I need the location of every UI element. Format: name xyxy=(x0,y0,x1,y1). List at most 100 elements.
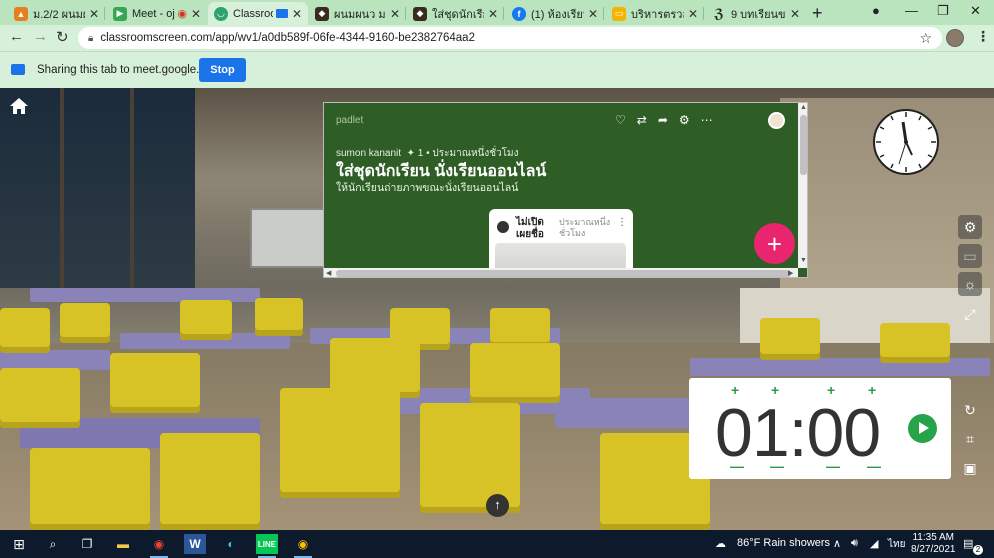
facebook-icon: f xyxy=(512,6,526,21)
network-icon[interactable]: ◢ xyxy=(870,537,878,550)
forward-icon[interactable]: → xyxy=(33,28,48,45)
chrome-profile-icon[interactable]: ◉ xyxy=(292,534,314,558)
sharing-message: Sharing this tab to meet.google.com xyxy=(37,64,222,76)
tab-title: บริหารตรวสา - xyxy=(631,8,684,21)
task-view-icon[interactable]: ❐ xyxy=(76,534,98,554)
menu-icon[interactable]: ⋮ xyxy=(976,28,990,45)
tab-2[interactable]: ▶ Meet - oj ◉ ✕ xyxy=(107,2,207,25)
close-icon[interactable]: ✕ xyxy=(688,7,698,21)
tab-title: 9 บทเรียนของตั xyxy=(731,8,786,21)
post-author: ไม่เปิดเผยชื่อ xyxy=(516,217,544,240)
show-hidden-icons[interactable]: ∧ xyxy=(833,537,841,550)
scroll-up-icon[interactable]: ↑ xyxy=(486,494,509,517)
like-count: ✦ 1 xyxy=(406,148,424,159)
padlet-avatar[interactable] xyxy=(768,112,785,129)
classroomscreen-icon: ◡ xyxy=(214,6,228,21)
paint-roller-icon[interactable]: ▣ xyxy=(958,456,982,480)
anonymous-avatar xyxy=(497,221,509,233)
taskbar-clock[interactable]: 11:35 AM 8/27/2021 xyxy=(911,532,956,556)
tab-title: ใส่ชุดนักเรียน นั xyxy=(432,8,484,21)
padlet-brand: padlet xyxy=(336,115,364,126)
close-icon[interactable]: ✕ xyxy=(292,7,302,21)
decrement-hours-tens[interactable]: — xyxy=(730,458,744,474)
close-icon[interactable]: ✕ xyxy=(191,7,201,21)
tab-title: Meet - oj xyxy=(132,7,175,20)
browser-tab-strip: ▲ ม.2/2 ผนมผนว ✕ ▶ Meet - oj ◉ ✕ ◡ Class… xyxy=(0,0,994,25)
url-input[interactable]: 🔒︎ classroomscreen.com/app/wv1/a0db589f-… xyxy=(78,27,942,49)
decrement-hours-ones[interactable]: — xyxy=(770,458,784,474)
file-explorer-icon[interactable]: ▬ xyxy=(112,534,134,554)
tab-6[interactable]: f (1) ห้องเรียนออ ✕ xyxy=(506,2,604,25)
profile-avatar[interactable] xyxy=(946,29,964,47)
weather-icon: ☁ xyxy=(715,538,726,550)
add-post-button[interactable]: + xyxy=(754,223,795,264)
close-window-icon[interactable]: ✕ xyxy=(970,3,981,19)
back-icon[interactable]: ← xyxy=(9,28,24,45)
tab-3[interactable]: ◡ Classroo ✕ xyxy=(208,2,308,25)
heart-icon[interactable]: ♡ xyxy=(615,113,626,127)
padlet-subtitle: ให้นักเรียนถ่ายภาพขณะนั่งเรียนออนไลน์ xyxy=(336,182,519,194)
close-icon[interactable]: ✕ xyxy=(390,7,400,21)
url-text: classroomscreen.com/app/wv1/a0db589f-06f… xyxy=(100,32,475,44)
vertical-scrollbar[interactable]: ▲ ▼ xyxy=(798,103,807,268)
horizontal-scrollbar[interactable]: ◀ ▶ xyxy=(324,268,798,277)
line-icon[interactable]: LINE xyxy=(256,534,278,558)
clock-date: 8/27/2021 xyxy=(911,544,956,555)
decrement-minutes-tens[interactable]: — xyxy=(826,458,840,474)
bookmark-star-icon[interactable]: ☆ xyxy=(919,30,932,47)
remake-icon[interactable]: ⇄ xyxy=(637,113,647,127)
volume-icon[interactable]: 🔊︎ xyxy=(851,537,858,550)
chrome-icon[interactable]: ◉ xyxy=(148,534,170,558)
fullscreen-icon[interactable]: ⤢ xyxy=(958,302,982,326)
stop-sharing-button[interactable]: Stop xyxy=(199,58,246,82)
tab-7[interactable]: ▭ บริหารตรวสา - ✕ xyxy=(606,2,704,25)
tab-1[interactable]: ▲ ม.2/2 ผนมผนว ✕ xyxy=(8,2,105,25)
tab-8[interactable]: ℨ 9 บทเรียนของตั ✕ xyxy=(706,2,806,25)
tab-title: ม.2/2 ผนมผนว xyxy=(33,8,85,21)
close-icon[interactable]: ✕ xyxy=(488,7,498,21)
close-icon[interactable]: ✕ xyxy=(588,7,598,21)
notification-icon[interactable]: ▤ xyxy=(963,537,973,550)
brightness-icon[interactable]: ☼ xyxy=(958,272,982,296)
tab-5[interactable]: ◆ ใส่ชุดนักเรียน นั ✕ xyxy=(407,2,504,25)
tab-4[interactable]: ◆ ผนมผนว ม.2 ✕ xyxy=(309,2,406,25)
more-icon[interactable]: ⋯ xyxy=(701,113,713,127)
save-icon[interactable]: ▭ xyxy=(958,244,982,268)
padlet-toolbar: ♡ ⇄ ➦ ⚙ ⋯ xyxy=(615,113,713,127)
dark-site-icon: ◆ xyxy=(413,6,427,21)
weather-text[interactable]: 86°F Rain showers xyxy=(737,537,830,549)
crop-icon[interactable]: ⌗ xyxy=(958,427,982,451)
padlet-widget: padlet ♡ ⇄ ➦ ⚙ ⋯ sumon kananit ✦ 1 • ประ… xyxy=(323,102,808,278)
slides-icon: ▭ xyxy=(612,6,626,21)
address-bar: ← → ↻ 🔒︎ classroomscreen.com/app/wv1/a0d… xyxy=(0,25,994,51)
post-more-icon[interactable]: ⋮ xyxy=(617,217,627,228)
reset-icon[interactable]: ↻ xyxy=(958,398,982,422)
word-icon[interactable]: W xyxy=(184,534,206,554)
tab-search-icon[interactable]: ● xyxy=(872,3,880,18)
share-icon[interactable]: ➦ xyxy=(658,113,668,127)
language-indicator[interactable]: ไทย xyxy=(888,537,905,552)
screen-share-icon xyxy=(275,9,288,18)
close-icon[interactable]: ✕ xyxy=(790,7,800,21)
lock-icon: 🔒︎ xyxy=(88,32,94,44)
minimize-icon[interactable]: — xyxy=(905,3,918,18)
settings-icon[interactable]: ⚙ xyxy=(679,113,690,127)
reload-icon[interactable]: ↻ xyxy=(56,28,69,46)
edge-icon[interactable]: ◐ xyxy=(220,534,242,554)
play-button[interactable] xyxy=(908,414,937,443)
screen-share-icon xyxy=(11,64,25,75)
windows-start-icon[interactable]: ⊞ xyxy=(8,534,30,554)
restore-icon[interactable]: ❐ xyxy=(937,3,949,19)
windows-taskbar: ⊞ ⌕ ❐ ▬ ◉ W ◐ LINE ◉ ☁ 86°F Rain showers… xyxy=(0,530,994,558)
home-icon[interactable] xyxy=(9,97,29,115)
close-icon[interactable]: ✕ xyxy=(89,7,99,21)
settings-icon[interactable]: ⚙ xyxy=(958,215,982,239)
new-tab-icon[interactable]: + xyxy=(812,3,823,24)
analog-clock[interactable] xyxy=(872,108,940,176)
decrement-minutes-ones[interactable]: — xyxy=(867,458,881,474)
notification-count: 2 xyxy=(973,545,983,555)
author-name: sumon kananit xyxy=(336,148,402,159)
google-meet-icon: ▶ xyxy=(113,6,127,21)
search-icon[interactable]: ⌕ xyxy=(42,534,64,554)
tab-title: (1) ห้องเรียนออ xyxy=(531,8,584,21)
